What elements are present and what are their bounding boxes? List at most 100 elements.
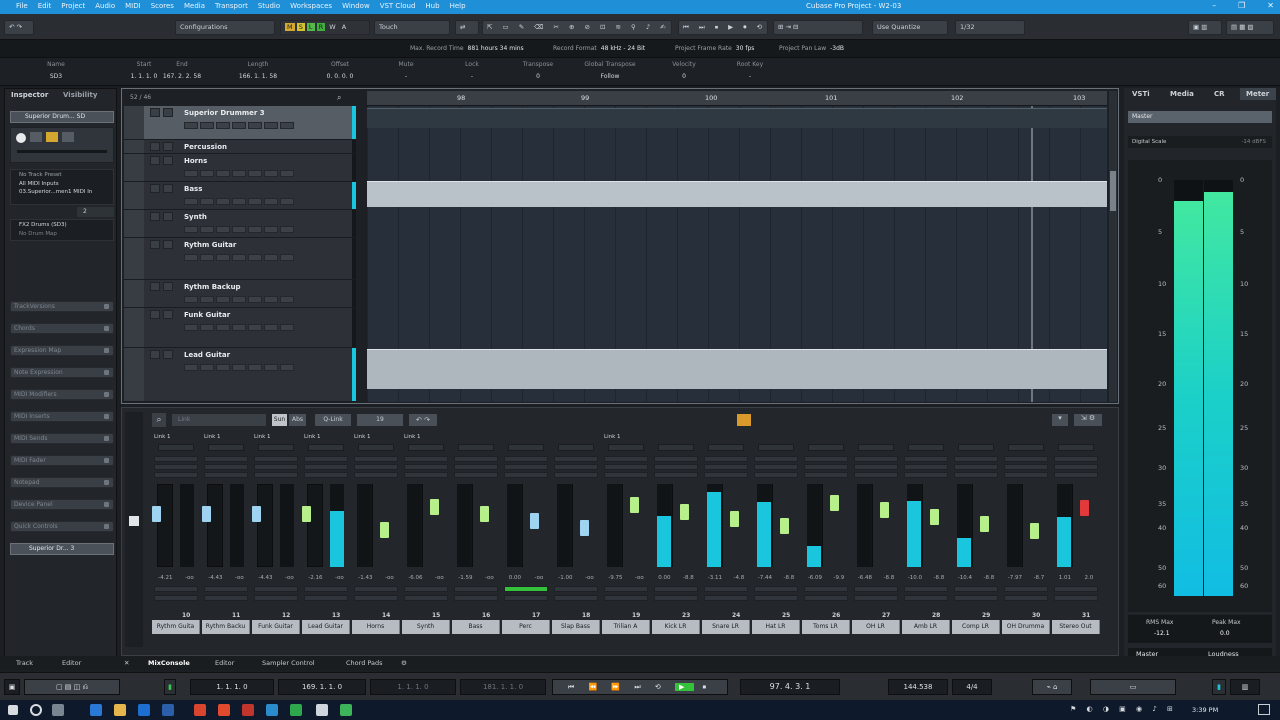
inspector-section-midi-sends[interactable]: MIDI Sends — [10, 433, 114, 444]
channel-slot[interactable] — [754, 464, 798, 470]
pan-control[interactable] — [458, 444, 494, 451]
info-value[interactable]: - — [442, 73, 502, 80]
channel-button-row[interactable] — [1054, 586, 1098, 592]
inspector-section-chords[interactable]: Chords — [10, 323, 114, 334]
transport-mini[interactable]: ⏮ ⏭ ⏹ ▶ ⏺ ⟲ — [678, 20, 768, 35]
level-readout[interactable]: 1.01 2.0 — [1052, 575, 1100, 581]
fader-handle[interactable] — [430, 499, 439, 515]
tab-sampler-control[interactable]: Sampler Control — [262, 659, 315, 667]
inspector-section-quick-controls[interactable]: Quick Controls — [10, 521, 114, 532]
volume-slider[interactable] — [17, 150, 107, 153]
undo-history-button[interactable]: ↶ ↷ — [4, 20, 34, 35]
tab-meter[interactable]: Meter — [1246, 90, 1269, 98]
level-readout[interactable]: -7.44 -8.8 — [752, 575, 800, 581]
channel-slot[interactable] — [904, 456, 948, 462]
mixer-window-buttons[interactable]: ⇲ ⚙ — [1074, 414, 1102, 426]
channel-button-row[interactable] — [1004, 595, 1048, 601]
channel-name[interactable]: OH LR — [852, 620, 900, 634]
track-color-strip[interactable] — [124, 348, 144, 401]
pan-control[interactable] — [658, 444, 694, 451]
channel-slot[interactable] — [604, 472, 648, 478]
inspector-section-midi-inserts[interactable]: MIDI Inserts — [10, 411, 114, 422]
channel-slot[interactable] — [1054, 464, 1098, 470]
inspector-section-midi-fader[interactable]: MIDI Fader — [10, 455, 114, 466]
audio-event-bass[interactable] — [367, 181, 1107, 207]
level-readout[interactable]: -4.43 -oo — [202, 575, 250, 581]
channel-slot[interactable] — [754, 472, 798, 478]
channel-button-row[interactable] — [904, 595, 948, 601]
channel-name[interactable]: Lead Guitar — [302, 620, 350, 634]
track-synth[interactable]: Synth — [124, 210, 356, 238]
mute-solo-buttons[interactable] — [150, 142, 173, 151]
channel-slot[interactable] — [804, 456, 848, 462]
level-readout[interactable]: -1.43 -oo — [352, 575, 400, 581]
info-transpose[interactable]: Transpose 0 — [508, 61, 568, 80]
mute-solo-buttons[interactable] — [150, 282, 173, 291]
search-icon[interactable] — [30, 704, 42, 716]
channel-button-row[interactable] — [604, 595, 648, 601]
channel-name[interactable]: Trilian A — [602, 620, 650, 634]
inspector-section-notepad[interactable]: Notepad — [10, 477, 114, 488]
inspector-track-name[interactable]: Superior Drum... SD — [10, 111, 114, 123]
pan-control[interactable] — [858, 444, 894, 451]
channel-count-field[interactable]: 19 — [357, 414, 403, 426]
channel-name[interactable]: Amb LR — [902, 620, 950, 634]
level-readout[interactable]: -4.21 -oo — [152, 575, 200, 581]
search-icon[interactable]: ⌕ — [152, 413, 166, 427]
channel-button-row[interactable] — [954, 586, 998, 592]
track-color-strip[interactable] — [124, 210, 144, 237]
level-readout[interactable]: 0.00 -oo — [502, 575, 550, 581]
edge-icon[interactable] — [90, 704, 102, 716]
channel-slot[interactable] — [204, 472, 248, 478]
fader-handle[interactable] — [580, 520, 589, 536]
section-toggle-icon[interactable] — [104, 436, 109, 441]
right-locator[interactable]: 169. 1. 1. 0 — [278, 679, 366, 695]
fader-handle[interactable] — [930, 509, 939, 525]
channel-button-row[interactable] — [154, 595, 198, 601]
channel-button-row[interactable] — [954, 595, 998, 601]
menu-midi[interactable]: MIDI — [125, 2, 141, 10]
track-color-strip[interactable] — [124, 238, 144, 279]
channel-slot[interactable] — [854, 472, 898, 478]
midi-channel-field[interactable]: 2 — [77, 207, 114, 217]
tab-editor-left[interactable]: Editor — [62, 659, 81, 667]
info-global-transpose[interactable]: Global Transpose Follow — [580, 61, 640, 80]
channel-button-row[interactable] — [754, 586, 798, 592]
mute-solo-buttons[interactable] — [150, 108, 173, 117]
level-readout[interactable]: -9.75 -oo — [602, 575, 650, 581]
channel-slot[interactable] — [354, 456, 398, 462]
maximize-icon[interactable]: ❐ — [1238, 1, 1245, 10]
channel-name[interactable]: Kick LR — [652, 620, 700, 634]
fader-handle[interactable] — [252, 506, 261, 522]
level-readout[interactable]: 0.00 -8.8 — [652, 575, 700, 581]
track-buttons[interactable] — [184, 254, 294, 261]
channel-slot[interactable] — [254, 472, 298, 478]
pan-control[interactable] — [508, 444, 544, 451]
level-readout[interactable]: -4.43 -oo — [252, 575, 300, 581]
channel-button-row[interactable] — [804, 586, 848, 592]
menu-window[interactable]: Window — [342, 2, 370, 10]
punch-in[interactable]: 1. 1. 1. 0 — [370, 679, 456, 695]
channel-name[interactable]: Rythm Guita — [152, 620, 200, 634]
track-name[interactable]: Bass — [184, 185, 202, 193]
record-enable-button[interactable] — [16, 133, 26, 143]
track-color-strip[interactable] — [124, 182, 144, 209]
channel-slot[interactable] — [604, 464, 648, 470]
channel-button-row[interactable] — [854, 586, 898, 592]
channel-button-row[interactable] — [404, 595, 448, 601]
channel-slot[interactable] — [1054, 456, 1098, 462]
pan-control[interactable] — [908, 444, 944, 451]
tab-editor[interactable]: Editor — [215, 659, 234, 667]
track-funk-guitar[interactable]: Funk Guitar — [124, 308, 356, 348]
transport-mode-buttons[interactable]: ▢ ▤ ◫ ⎌ — [24, 679, 120, 695]
channel-button-row[interactable] — [154, 586, 198, 592]
mixer-menu-icon[interactable]: ▾ — [1052, 414, 1068, 426]
track-lead-guitar[interactable]: Lead Guitar — [124, 348, 356, 402]
info-mute[interactable]: Mute - — [376, 61, 436, 80]
channel-slot[interactable] — [454, 464, 498, 470]
channel-button-row[interactable] — [604, 586, 648, 592]
track-buttons[interactable] — [184, 122, 294, 129]
tray-icons[interactable]: ⚑ ◐ ◑ ▣ ◉ ♪ ⊞ — [1070, 705, 1177, 713]
volume-fader[interactable] — [157, 484, 173, 567]
channel-slot[interactable] — [904, 464, 948, 470]
